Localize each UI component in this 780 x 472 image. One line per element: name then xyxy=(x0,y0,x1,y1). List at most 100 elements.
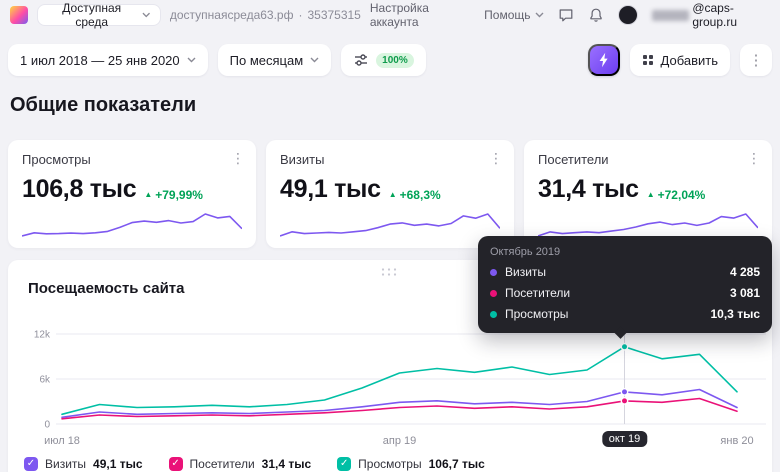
counter-switcher[interactable]: Доступная среда xyxy=(37,4,161,26)
check-icon: ✓ xyxy=(340,459,348,469)
metric-cards: Просмотры ⋮ 106,8 тыс ▲ +79,99% Визиты ⋮… xyxy=(8,140,772,248)
sparkline-chart xyxy=(22,208,242,240)
card-value-row: 49,1 тыс ▲ +68,3% xyxy=(280,175,500,204)
lightning-icon xyxy=(597,52,611,68)
card-visitors: Посетители ⋮ 31,4 тыс ▲ +72,04% xyxy=(524,140,772,248)
check-icon: ✓ xyxy=(171,459,179,469)
card-value: 106,8 тыс xyxy=(22,175,136,204)
card-delta: ▲ +68,3% xyxy=(389,188,441,202)
legend-value: 31,4 тыс xyxy=(262,457,312,471)
counter-domain: доступнаясреда63.рф xyxy=(170,8,294,22)
chevron-down-icon xyxy=(187,57,196,63)
grouping-select[interactable]: По месяцам xyxy=(218,44,332,76)
metrica-logo-icon[interactable] xyxy=(10,6,28,24)
card-views: Просмотры ⋮ 106,8 тыс ▲ +79,99% xyxy=(8,140,256,248)
counter-meta: доступнаясреда63.рф · 35375315 xyxy=(170,8,361,22)
chart-tooltip: Октябрь 2019 Визиты 4 285 Посетители 3 0… xyxy=(478,236,772,333)
legend-item-visits[interactable]: ✓ Визиты 49,1 тыс xyxy=(24,457,143,471)
sparkline-chart xyxy=(280,208,500,240)
card-delta: ▲ +79,99% xyxy=(144,188,203,202)
triangle-up-icon: ▲ xyxy=(647,191,655,199)
kebab-icon[interactable]: ⋮ xyxy=(489,150,503,167)
sampling-button[interactable]: 100% xyxy=(341,44,426,76)
legend-label: Визиты xyxy=(45,457,86,471)
tooltip-row: Просмотры 10,3 тыс xyxy=(490,307,760,321)
blurred-username xyxy=(652,10,690,21)
user-email[interactable]: @caps-group.ru xyxy=(652,1,771,29)
date-range-label: 1 июл 2018 — 25 янв 2020 xyxy=(20,53,180,68)
grouping-label: По месяцам xyxy=(230,53,304,68)
drag-handle-icon[interactable] xyxy=(380,267,400,276)
card-value-row: 31,4 тыс ▲ +72,04% xyxy=(538,175,758,204)
more-menu-button[interactable]: ⋮ xyxy=(740,44,772,76)
tooltip-row: Посетители 3 081 xyxy=(490,286,760,300)
legend-label: Посетители xyxy=(190,457,255,471)
series-dot-icon xyxy=(490,311,497,318)
x-axis-label: июл 18 xyxy=(44,435,80,447)
chat-icon[interactable] xyxy=(558,7,574,23)
email-domain: @caps-group.ru xyxy=(692,1,770,29)
date-range-picker[interactable]: 1 июл 2018 — 25 янв 2020 xyxy=(8,44,208,76)
traffic-chart[interactable]: 0 6k 12k xyxy=(16,320,772,432)
series-dot-icon xyxy=(490,290,497,297)
kebab-icon: ⋮ xyxy=(749,51,764,69)
tooltip-label: Просмотры xyxy=(505,307,568,321)
card-value-row: 106,8 тыс ▲ +79,99% xyxy=(22,175,242,204)
chevron-down-icon xyxy=(142,12,150,18)
card-delta: ▲ +72,04% xyxy=(647,188,706,202)
dot-separator: · xyxy=(298,8,302,22)
page-title: Общие показатели xyxy=(10,94,196,117)
svg-text:6k: 6k xyxy=(39,375,51,386)
help-menu[interactable]: Помощь xyxy=(484,8,543,22)
x-axis-label: окт 19 xyxy=(602,431,647,447)
card-visits: Визиты ⋮ 49,1 тыс ▲ +68,3% xyxy=(266,140,514,248)
header-right: Настройка аккаунта Помощь @caps-group.ru xyxy=(370,1,770,29)
chevron-down-icon xyxy=(310,57,319,63)
delta-value: +72,04% xyxy=(658,188,706,202)
chart-legend: ✓ Визиты 49,1 тыс ✓ Посетители 31,4 тыс … xyxy=(24,457,485,471)
tooltip-value: 10,3 тыс xyxy=(711,307,761,321)
add-widget-label: Добавить xyxy=(661,53,718,68)
assistant-button[interactable] xyxy=(588,44,620,76)
sliders-icon xyxy=(353,52,369,68)
card-title: Просмотры xyxy=(22,152,242,167)
card-value: 49,1 тыс xyxy=(280,175,381,204)
metrica-dashboard: Доступная среда доступнаясреда63.рф · 35… xyxy=(0,0,780,472)
triangle-up-icon: ▲ xyxy=(389,191,397,199)
legend-item-visitors[interactable]: ✓ Посетители 31,4 тыс xyxy=(169,457,312,471)
tooltip-label: Визиты xyxy=(505,265,546,279)
checkbox-checked-icon: ✓ xyxy=(337,457,351,471)
delta-value: +79,99% xyxy=(155,188,203,202)
bell-icon[interactable] xyxy=(588,7,604,23)
avatar[interactable] xyxy=(618,5,638,25)
grid-icon xyxy=(642,54,654,66)
chart-title: Посещаемость сайта xyxy=(28,280,184,297)
counter-name: Доступная среда xyxy=(47,1,136,29)
check-icon: ✓ xyxy=(27,459,35,469)
sampling-badge: 100% xyxy=(376,53,414,68)
tooltip-row: Визиты 4 285 xyxy=(490,265,760,279)
chevron-down-icon xyxy=(535,12,544,18)
x-axis-label: янв 20 xyxy=(720,435,753,447)
top-bar: Доступная среда доступнаясреда63.рф · 35… xyxy=(0,0,780,30)
card-title: Посетители xyxy=(538,152,758,167)
x-axis: июл 18 апр 19 окт 19 янв 20 xyxy=(8,432,772,454)
series-dot-icon xyxy=(490,269,497,276)
svg-text:0: 0 xyxy=(44,420,50,431)
kebab-icon[interactable]: ⋮ xyxy=(747,150,761,167)
triangle-up-icon: ▲ xyxy=(144,191,152,199)
x-axis-label: апр 19 xyxy=(383,435,416,447)
delta-value: +68,3% xyxy=(400,188,441,202)
account-settings-link[interactable]: Настройка аккаунта xyxy=(370,1,470,29)
legend-label: Просмотры xyxy=(358,457,421,471)
toolbar: 1 июл 2018 — 25 янв 2020 По месяцам 100%… xyxy=(8,44,772,76)
kebab-icon[interactable]: ⋮ xyxy=(231,150,245,167)
add-widget-button[interactable]: Добавить xyxy=(630,44,730,76)
tooltip-value: 3 081 xyxy=(730,286,760,300)
counter-id: 35375315 xyxy=(307,8,360,22)
svg-text:12k: 12k xyxy=(34,330,51,341)
tooltip-label: Посетители xyxy=(505,286,570,300)
legend-item-views[interactable]: ✓ Просмотры 106,7 тыс xyxy=(337,457,485,471)
legend-value: 106,7 тыс xyxy=(429,457,485,471)
tooltip-title: Октябрь 2019 xyxy=(490,246,760,258)
